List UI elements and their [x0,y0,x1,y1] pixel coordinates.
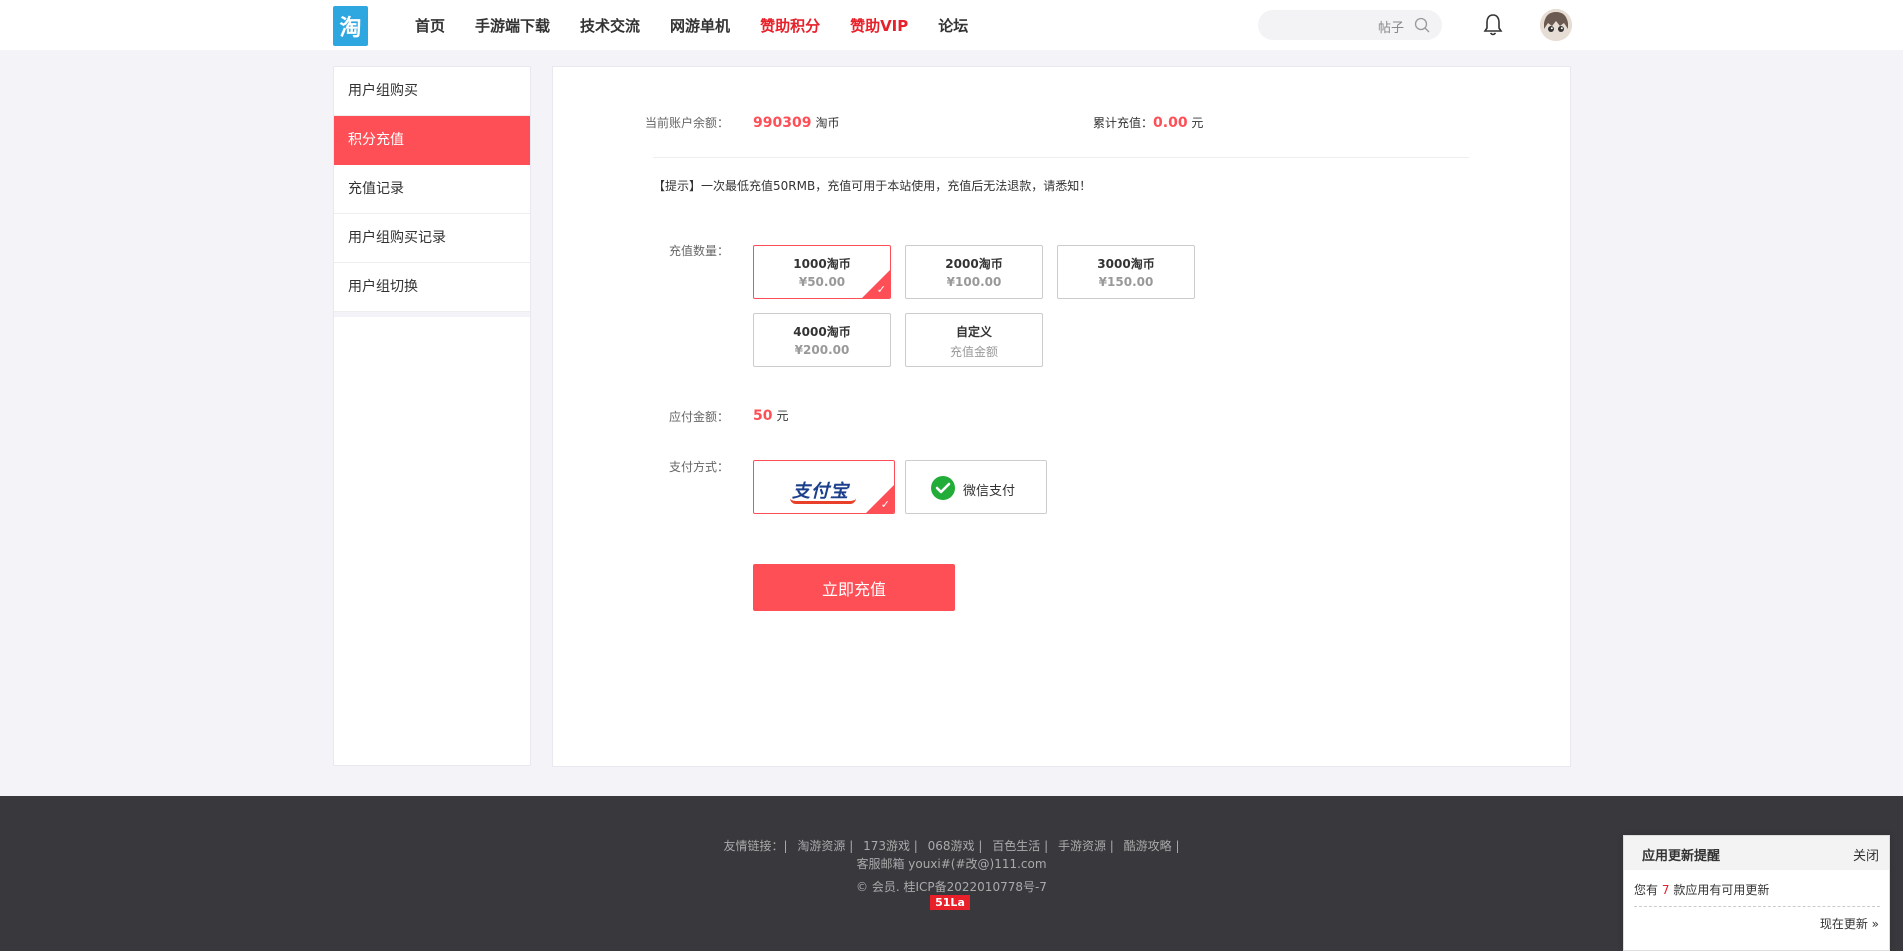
option-price: ¥150.00 [1098,275,1154,289]
recharge-submit-button[interactable]: 立即充值 [753,564,955,611]
check-icon: ✓ [880,498,890,511]
amount-option-1000[interactable]: 1000淘币 ¥50.00 ✓ [753,245,891,299]
divider [653,157,1469,158]
friend-link[interactable]: 酷游攻略 | [1124,839,1180,853]
amount-option-3000[interactable]: 3000淘币 ¥150.00 [1057,245,1195,299]
pay-amount-value: 50 元 [753,407,789,424]
option-name: 自定义 [955,325,992,339]
nav-item-games[interactable]: 网游单机 [670,15,730,36]
total-value: 0.00 [1153,115,1188,131]
pay-method-alipay[interactable]: 支付宝 ✓ [753,460,895,514]
balance-value: 990309 淘币 [753,114,839,131]
wechat-pay-label: 微信支付 [963,484,1016,499]
total-unit: 元 [1191,116,1204,130]
sidebar-item-group-purchase[interactable]: 用户组购买 [334,67,530,116]
option-price: ¥100.00 [946,275,1002,289]
option-name: 4000淘币 [793,325,851,339]
pay-amount-label: 应付金额： [669,410,730,424]
popup-header: 应用更新提醒 关闭 [1624,836,1889,870]
sidebar-item-purchase-records[interactable]: 用户组购买记录 [334,214,530,263]
search-placeholder: 帖子 [1377,21,1404,36]
search-icon[interactable] [1414,17,1430,33]
nav-item-home[interactable]: 首页 [415,15,445,36]
update-popup: 应用更新提醒 关闭 您有 7 款应用有可用更新 现在更新 » [1623,835,1890,951]
nav-item-forum[interactable]: 论坛 [938,15,968,36]
alipay-swoosh [790,498,856,504]
pay-method-label: 支付方式： [669,460,730,474]
amount-label: 充值数量： [669,244,730,258]
total-recharge: 累计充值：0.00 元 [1093,114,1203,131]
main-nav: 首页 手游端下载 技术交流 网游单机 赞助积分 赞助VIP 论坛 [415,0,998,50]
search-box[interactable]: 帖子 [1258,10,1442,40]
popup-prefix: 您有 [1634,883,1659,897]
sidebar: 用户组购买 积分充值 充值记录 用户组购买记录 用户组切换 [333,66,531,766]
nav-item-mobile-download[interactable]: 手游端下载 [475,15,550,36]
footer: 友情链接：| 淘游资源 | 173游戏 | 068游戏 | 百色生活 | 手游资… [0,796,1903,951]
popup-title: 应用更新提醒 [1642,849,1721,864]
sidebar-item-group-switch[interactable]: 用户组切换 [334,263,530,312]
update-now-link[interactable]: 现在更新 » [1820,915,1879,932]
user-avatar[interactable] [1540,9,1572,41]
friend-link[interactable]: 173游戏 | [863,839,918,853]
popup-message: 您有 7 款应用有可用更新 [1634,881,1769,898]
popup-close-button[interactable]: 关闭 [1853,845,1879,864]
friend-link[interactable]: 淘游资源 | [797,839,853,853]
popup-suffix: 款应用有可用更新 [1673,883,1770,897]
friend-links: 友情链接：| 淘游资源 | 173游戏 | 068游戏 | 百色生活 | 手游资… [0,837,1903,854]
option-name: 3000淘币 [1097,257,1155,271]
popup-divider [1634,906,1880,907]
stats-badge[interactable]: 51La [930,895,970,910]
nav-item-sponsor-vip[interactable]: 赞助VIP [850,15,908,36]
nav-item-sponsor-points[interactable]: 赞助积分 [760,15,820,36]
option-price: 充值金额 [949,345,998,359]
support-email: 客服邮箱 youxi#(#改@)111.com [856,857,1047,871]
amount-option-custom[interactable]: 自定义 充值金额 [905,313,1043,367]
copyright: © 会员. 桂ICP备2022010778号-7 [856,880,1047,894]
site-logo[interactable]: 淘 [333,6,368,46]
top-header: 淘 首页 手游端下载 技术交流 网游单机 赞助积分 赞助VIP 论坛 帖子 [0,0,1903,50]
update-count: 7 [1661,883,1670,897]
check-icon: ✓ [876,283,886,296]
option-price: ¥200.00 [794,343,850,357]
balance-unit: 淘币 [815,116,840,130]
total-label: 累计充值： [1093,116,1154,130]
bell-icon[interactable] [1482,13,1504,37]
pay-amount: 50 [753,408,773,424]
pay-unit: 元 [776,409,789,423]
amount-option-2000[interactable]: 2000淘币 ¥100.00 [905,245,1043,299]
balance-label: 当前账户余额： [645,116,730,130]
sidebar-item-recharge-records[interactable]: 充值记录 [334,165,530,214]
amount-option-4000[interactable]: 4000淘币 ¥200.00 [753,313,891,367]
friend-links-label: 友情链接：| [723,839,788,853]
balance-amount: 990309 [753,115,812,131]
sidebar-separator [334,312,530,317]
recharge-panel: 当前账户余额： 990309 淘币 累计充值：0.00 元 【提示】一次最低充值5… [552,66,1571,767]
option-name: 2000淘币 [945,257,1003,271]
pay-method-wechat[interactable]: 微信支付 [905,460,1047,514]
friend-link[interactable]: 手游资源 | [1058,839,1114,853]
friend-link[interactable]: 百色生活 | [992,839,1048,853]
friend-link[interactable]: 068游戏 | [928,839,983,853]
sidebar-item-points-recharge[interactable]: 积分充值 [334,116,530,165]
nav-item-tech[interactable]: 技术交流 [580,15,640,36]
wechat-pay-icon [931,476,955,500]
avatar-image [1540,9,1572,41]
recharge-tip: 【提示】一次最低充值50RMB，充值可用于本站使用，充值后无法退款，请悉知！ [653,179,1092,193]
